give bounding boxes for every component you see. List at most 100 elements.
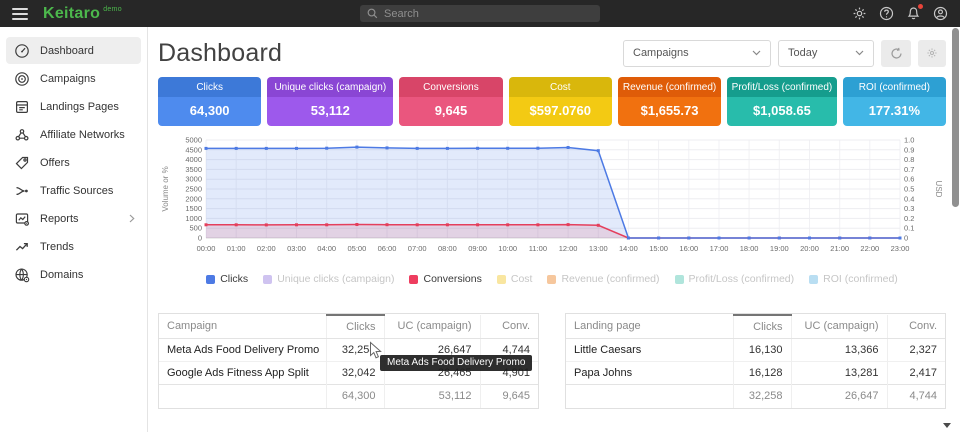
svg-text:4500: 4500 bbox=[185, 145, 202, 154]
user-account-icon[interactable] bbox=[933, 6, 948, 21]
help-icon[interactable] bbox=[879, 6, 894, 21]
metric-card-unique-clicks-campaign[interactable]: Unique clicks (campaign)53,112 bbox=[267, 77, 393, 126]
column-header-conv[interactable]: Conv. bbox=[480, 315, 538, 339]
search-input[interactable] bbox=[384, 8, 593, 20]
metric-card-label: Cost bbox=[509, 77, 612, 97]
total-value: 9,645 bbox=[480, 385, 538, 408]
column-header-landing-page[interactable]: Landing page bbox=[566, 315, 733, 339]
main-content: Dashboard Campaigns Today Clicks64,300Un… bbox=[148, 27, 960, 432]
table-row[interactable]: Papa Johns16,12813,2812,417 bbox=[566, 362, 945, 385]
column-header-uc-campaign[interactable]: UC (campaign) bbox=[384, 315, 480, 339]
split-icon bbox=[14, 183, 30, 199]
legend-item-clicks[interactable]: Clicks bbox=[206, 274, 248, 285]
column-header-clicks[interactable]: Clicks bbox=[326, 315, 384, 339]
legend-item-roi-confirmed[interactable]: ROI (confirmed) bbox=[809, 274, 898, 285]
svg-text:22:00: 22:00 bbox=[860, 244, 879, 253]
svg-text:07:00: 07:00 bbox=[408, 244, 427, 253]
svg-text:20:00: 20:00 bbox=[800, 244, 819, 253]
metric-card-profit-loss-confirmed[interactable]: Profit/Loss (confirmed)$1,058.65 bbox=[727, 77, 837, 126]
svg-text:18:00: 18:00 bbox=[740, 244, 759, 253]
svg-text:3000: 3000 bbox=[185, 175, 202, 184]
chart-legend: Clicks Unique clicks (campaign) Conversion… bbox=[158, 274, 946, 285]
metric-card-conversions[interactable]: Conversions9,645 bbox=[399, 77, 502, 126]
svg-text:0.9: 0.9 bbox=[904, 145, 914, 154]
sidebar-item-affiliate-networks[interactable]: Affiliate Networks bbox=[6, 121, 141, 148]
hamburger-menu-icon[interactable] bbox=[12, 8, 28, 20]
sidebar-item-reports[interactable]: Reports bbox=[6, 205, 141, 232]
metric-card-clicks[interactable]: Clicks64,300 bbox=[158, 77, 261, 126]
row-name[interactable]: Meta Ads Food Delivery Promo bbox=[159, 339, 326, 362]
summary-tables: CampaignClicksUC (campaign)Conv.Meta Ads… bbox=[158, 313, 946, 409]
sidebar-item-trends[interactable]: Trends bbox=[6, 233, 141, 260]
column-header-uc-campaign[interactable]: UC (campaign) bbox=[791, 315, 887, 339]
column-header-campaign[interactable]: Campaign bbox=[159, 315, 326, 339]
metric-card-cost[interactable]: Cost$597.0760 bbox=[509, 77, 612, 126]
notifications-bell-icon[interactable] bbox=[906, 6, 921, 21]
scrollbar-thumb[interactable] bbox=[952, 28, 959, 207]
legend-item-conversions[interactable]: Conversions bbox=[409, 274, 481, 285]
campaigns-filter-select[interactable]: Campaigns bbox=[623, 40, 771, 67]
metric-card-revenue-confirmed[interactable]: Revenue (confirmed)$1,655.73 bbox=[618, 77, 721, 126]
legend-item-unique-clicks-campaign[interactable]: Unique clicks (campaign) bbox=[263, 274, 394, 285]
row-value: 16,128 bbox=[733, 362, 791, 385]
legend-item-cost[interactable]: Cost bbox=[497, 274, 533, 285]
widget-settings-button[interactable] bbox=[918, 40, 946, 67]
scroll-down-arrow-icon[interactable] bbox=[943, 423, 951, 428]
notification-dot bbox=[918, 4, 923, 9]
sidebar-item-label: Offers bbox=[40, 157, 135, 169]
metric-card-roi-confirmed[interactable]: ROI (confirmed)177.31% bbox=[843, 77, 946, 126]
sidebar-item-dashboard[interactable]: Dashboard bbox=[6, 37, 141, 64]
sidebar-item-landings-pages[interactable]: Landings Pages bbox=[6, 93, 141, 120]
legend-swatch bbox=[409, 275, 418, 284]
logo-text: Keitaro bbox=[43, 5, 100, 22]
legend-swatch bbox=[206, 275, 215, 284]
search-icon bbox=[367, 8, 378, 19]
svg-text:5000: 5000 bbox=[185, 136, 202, 145]
sidebar-item-campaigns[interactable]: Campaigns bbox=[6, 65, 141, 92]
row-name[interactable]: Little Caesars bbox=[566, 339, 733, 362]
refresh-icon bbox=[890, 47, 903, 60]
svg-text:4000: 4000 bbox=[185, 155, 202, 164]
legend-item-revenue-confirmed[interactable]: Revenue (confirmed) bbox=[547, 274, 659, 285]
sidebar-item-label: Affiliate Networks bbox=[40, 129, 135, 141]
svg-text:0.3: 0.3 bbox=[904, 204, 914, 213]
svg-text:04:00: 04:00 bbox=[317, 244, 336, 253]
sidebar-item-domains[interactable]: Domains bbox=[6, 261, 141, 288]
sidebar-item-traffic-sources[interactable]: Traffic Sources bbox=[6, 177, 141, 204]
total-value: 26,647 bbox=[791, 385, 887, 408]
row-tooltip: Meta Ads Food Delivery Promo bbox=[380, 355, 532, 371]
column-header-clicks[interactable]: Clicks bbox=[733, 315, 791, 339]
sidebar-nav: Dashboard Campaigns Landings Pages Affiliat… bbox=[0, 27, 148, 432]
sidebar-item-label: Dashboard bbox=[40, 45, 135, 57]
legend-swatch bbox=[263, 275, 272, 284]
gear-icon bbox=[926, 47, 938, 59]
metric-card-value: 64,300 bbox=[158, 97, 261, 126]
legend-label: ROI (confirmed) bbox=[823, 274, 898, 285]
traffic-chart[interactable]: 0500100015002000250030003500400045005000… bbox=[158, 134, 946, 262]
page-scrollbar[interactable] bbox=[952, 27, 959, 431]
svg-text:06:00: 06:00 bbox=[378, 244, 397, 253]
legend-swatch bbox=[675, 275, 684, 284]
chevron-down-icon bbox=[855, 50, 864, 56]
row-value: 13,366 bbox=[791, 339, 887, 362]
svg-text:09:00: 09:00 bbox=[468, 244, 487, 253]
refresh-button[interactable] bbox=[881, 40, 911, 67]
page-title: Dashboard bbox=[158, 39, 282, 68]
legend-label: Revenue (confirmed) bbox=[561, 274, 659, 285]
app-logo[interactable]: Keitarodemo bbox=[43, 6, 122, 22]
date-range-select[interactable]: Today bbox=[778, 40, 874, 67]
sidebar-item-offers[interactable]: Offers bbox=[6, 149, 141, 176]
total-value: 32,258 bbox=[733, 385, 791, 408]
settings-gear-icon[interactable] bbox=[852, 6, 867, 21]
global-search[interactable] bbox=[360, 5, 600, 22]
legend-label: Unique clicks (campaign) bbox=[277, 274, 394, 285]
column-header-conv[interactable]: Conv. bbox=[887, 315, 945, 339]
table-row[interactable]: Little Caesars16,13013,3662,327 bbox=[566, 339, 945, 362]
row-name[interactable]: Google Ads Fitness App Split bbox=[159, 362, 326, 385]
legend-item-profit-loss-confirmed[interactable]: Profit/Loss (confirmed) bbox=[675, 274, 795, 285]
row-name[interactable]: Papa Johns bbox=[566, 362, 733, 385]
svg-text:0.1: 0.1 bbox=[904, 224, 914, 233]
svg-text:19:00: 19:00 bbox=[770, 244, 789, 253]
sidebar-item-label: Landings Pages bbox=[40, 101, 135, 113]
svg-text:0.5: 0.5 bbox=[904, 185, 914, 194]
